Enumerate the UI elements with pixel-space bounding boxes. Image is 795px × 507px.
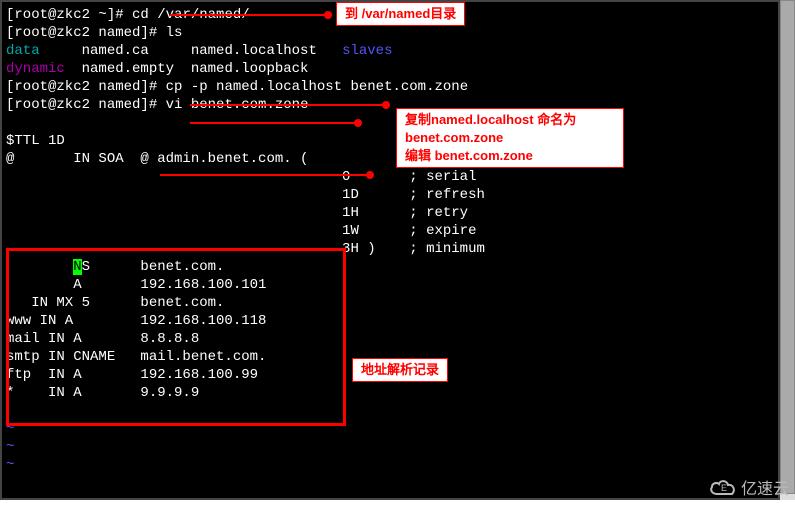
scrollbar-thumb[interactable] — [780, 0, 795, 494]
terminal-line-2: [root@zkc2 named]# ls — [6, 24, 774, 42]
terminal-line-6: [root@zkc2 named]# vi benet.com.zone — [6, 96, 774, 114]
ls-rest: named.empty named.loopback — [65, 61, 309, 77]
annotation-line-3 — [160, 174, 370, 176]
watermark: E 亿速云 — [709, 475, 789, 499]
ls-data: data — [6, 43, 40, 59]
vi-tilde: ~ — [6, 438, 774, 456]
cmd-ls: ls — [166, 25, 183, 41]
annotation-3: 地址解析记录 — [352, 358, 448, 382]
ls-slaves: slaves — [342, 43, 392, 59]
prompt: [root@zkc2 named]# — [6, 79, 166, 95]
records-highlight-box — [6, 248, 346, 426]
terminal-line-4: dynamic named.empty named.loopback — [6, 60, 774, 78]
cmd-cp: cp -p named.localhost benet.com.zone — [166, 79, 468, 95]
zone-retry: 1H ; retry — [6, 204, 774, 222]
zone-soa: @ IN SOA @ admin.benet.com. ( — [6, 150, 774, 168]
prompt: [root@zkc2 named]# — [6, 97, 166, 113]
annotation-2: 复制named.localhost 命名为 benet.com.zone 编辑 … — [396, 108, 624, 168]
zone-serial: 0 ; serial — [6, 168, 774, 186]
blank-line — [6, 114, 774, 132]
cloud-icon: E — [709, 478, 737, 496]
vi-tilde: ~ — [6, 456, 774, 474]
zone-refresh: 1D ; refresh — [6, 186, 774, 204]
annotation-1: 到 /var/named目录 — [336, 2, 465, 26]
scrollbar-track[interactable] — [780, 0, 795, 500]
prompt: [root@zkc2 ~]# — [6, 7, 132, 23]
annotation-line-2a — [190, 104, 386, 106]
ls-dynamic: dynamic — [6, 61, 65, 77]
zone-expire: 1W ; expire — [6, 222, 774, 240]
annotation-line-1 — [170, 14, 328, 16]
zone-ttl: $TTL 1D — [6, 132, 774, 150]
svg-text:E: E — [721, 483, 727, 493]
terminal-line-5: [root@zkc2 named]# cp -p named.localhost… — [6, 78, 774, 96]
annotation-line-2b — [190, 122, 358, 124]
terminal-line-3: data named.ca named.localhost slaves — [6, 42, 774, 60]
ls-mid: named.ca named.localhost — [40, 43, 342, 59]
prompt: [root@zkc2 named]# — [6, 25, 166, 41]
